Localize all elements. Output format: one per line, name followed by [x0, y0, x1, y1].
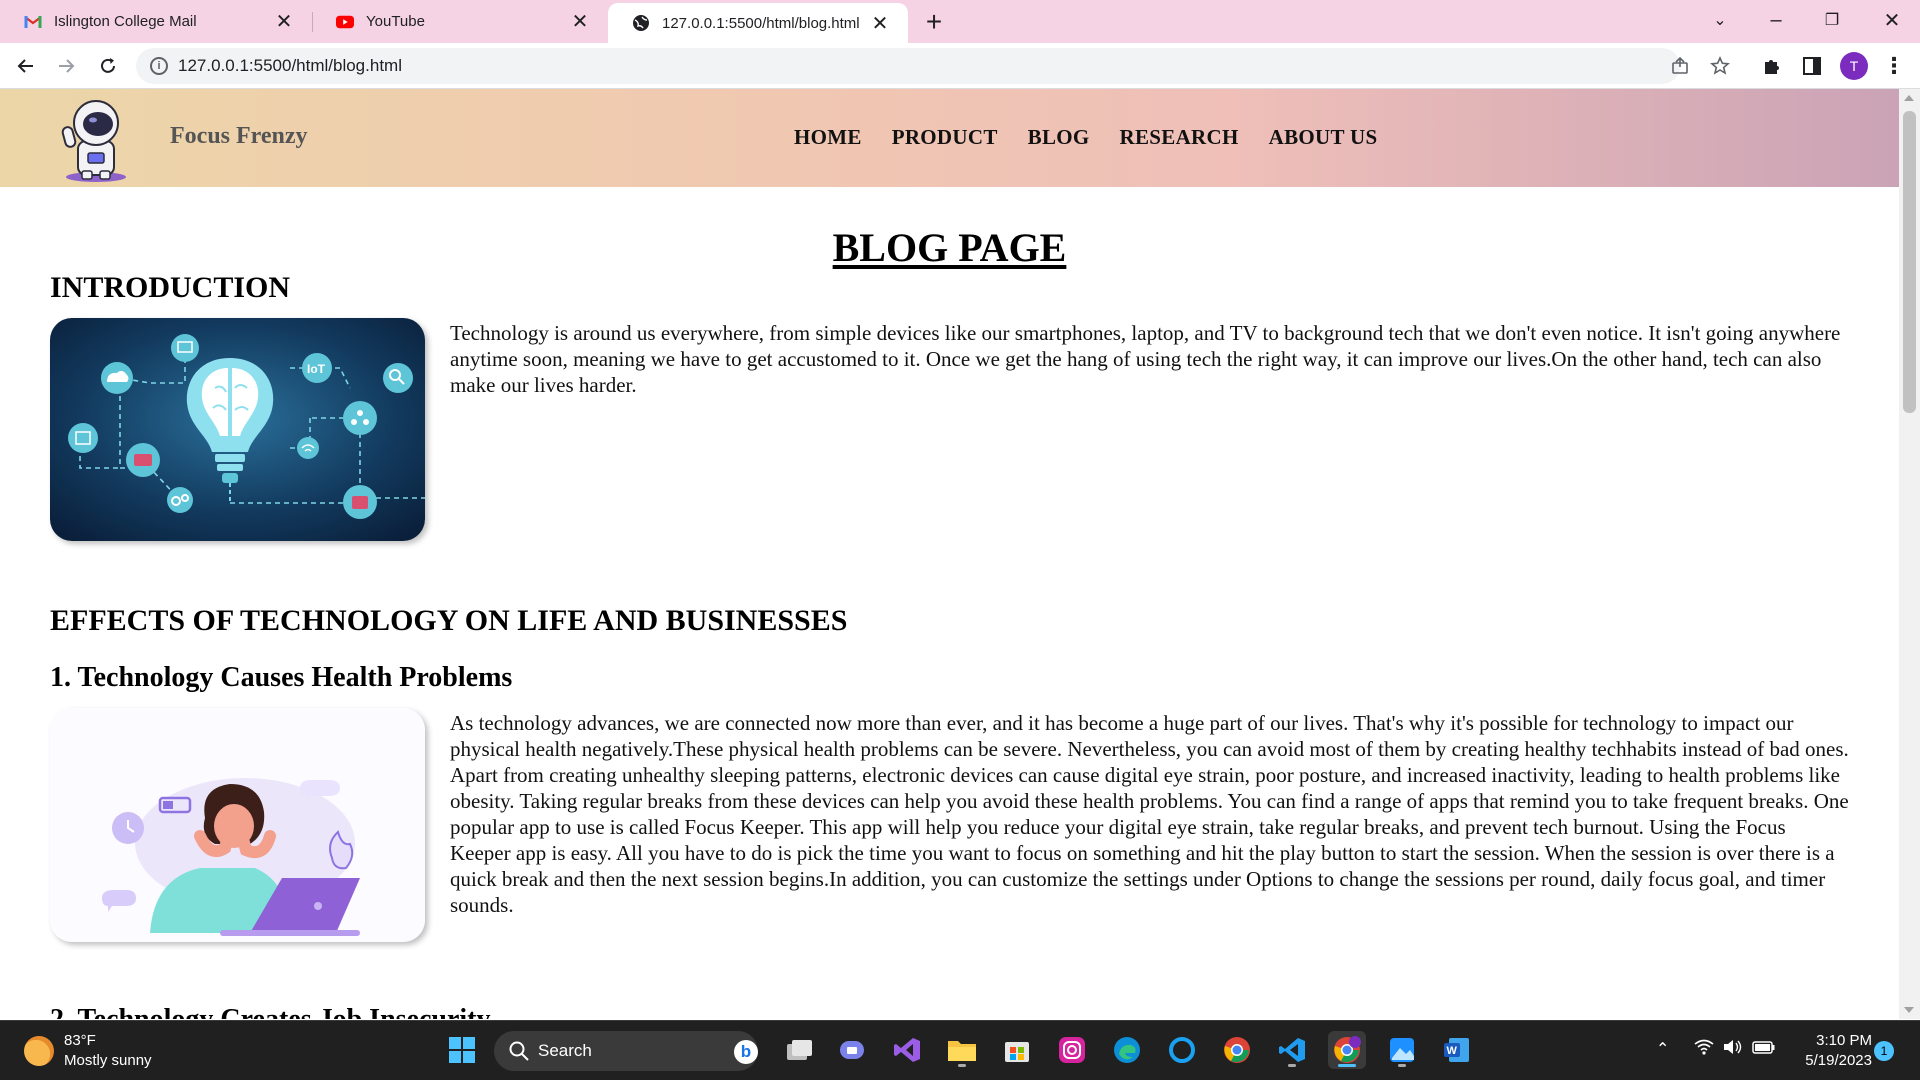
photos-icon[interactable] [1383, 1031, 1421, 1069]
tab-islington-mail[interactable]: Islington College Mail ✕ [0, 0, 312, 43]
search-label: Search [538, 1041, 592, 1060]
intro-paragraph: Technology is around us everywhere, from… [450, 321, 1841, 397]
search-icon [509, 1041, 529, 1061]
weather-temperature: 83°F [64, 1032, 96, 1049]
notification-badge[interactable]: 1 [1874, 1041, 1894, 1061]
windows-start-icon[interactable] [443, 1031, 481, 1069]
close-tab-icon[interactable]: ✕ [270, 8, 298, 36]
browser-tab-strip: Islington College Mail ✕ YouTube ✕ 127.0… [0, 0, 1920, 43]
scrollbar-thumb[interactable] [1903, 111, 1916, 413]
taskbar-search-box[interactable]: Search b [494, 1031, 758, 1071]
section1-paragraph: As technology advances, we are connected… [450, 711, 1849, 917]
bing-icon[interactable]: b [734, 1040, 758, 1064]
globe-icon [632, 14, 650, 32]
edge-browser-icon[interactable] [1108, 1031, 1146, 1069]
microsoft-store-icon[interactable] [998, 1031, 1036, 1069]
running-indicator-active [1338, 1064, 1356, 1067]
browser-toolbar: i 127.0.0.1:5500/html/blog.html T ⋮ [0, 43, 1920, 89]
nav-home[interactable]: HOME [794, 125, 862, 150]
site-info-icon[interactable]: i [150, 57, 168, 75]
nav-about-us[interactable]: ABOUT US [1269, 125, 1378, 150]
clock-date: 5/19/2023 [1805, 1052, 1872, 1069]
forward-button[interactable] [50, 50, 82, 82]
gmail-icon [24, 13, 42, 31]
word-icon[interactable]: W [1438, 1031, 1476, 1069]
page-title: BLOG PAGE [832, 225, 1067, 270]
nav-blog[interactable]: BLOG [1028, 125, 1090, 150]
main-nav: HOME PRODUCT BLOG RESEARCH ABOUT US [794, 125, 1407, 150]
iot-label: IoT [307, 362, 326, 376]
reload-button[interactable] [92, 50, 124, 82]
intro-heading: INTRODUCTION [50, 271, 291, 304]
tab-blog-active[interactable]: 127.0.0.1:5500/html/blog.html ✕ [608, 3, 908, 43]
scroll-down-arrow-icon[interactable] [1904, 1007, 1914, 1013]
close-tab-icon[interactable]: ✕ [566, 8, 594, 36]
vscode-icon[interactable] [1273, 1031, 1311, 1069]
running-indicator [1398, 1064, 1406, 1067]
brand-name[interactable]: Focus Frenzy [170, 123, 308, 150]
reload-icon [101, 58, 115, 73]
clock-time: 3:10 PM [1816, 1032, 1872, 1049]
close-window-button[interactable]: ✕ [1864, 0, 1920, 40]
scroll-up-arrow-icon[interactable] [1904, 95, 1914, 101]
weather-sun-icon [24, 1036, 54, 1066]
astronaut-logo[interactable] [58, 97, 134, 183]
chrome-profile-icon[interactable] [1328, 1031, 1366, 1069]
effects-heading: EFFECTS OF TECHNOLOGY ON LIFE AND BUSINE… [50, 604, 848, 637]
page-viewport: Focus Frenzy HOME PRODUCT BLOG RESEARCH … [0, 89, 1899, 1019]
intro-image: IoT [50, 318, 425, 541]
more-menu-icon[interactable]: ⋮ [1880, 52, 1908, 80]
site-header: Focus Frenzy HOME PRODUCT BLOG RESEARCH … [0, 89, 1899, 187]
side-panel-icon[interactable] [1798, 52, 1826, 80]
bookmark-star-icon[interactable] [1708, 54, 1732, 78]
share-icon[interactable] [1668, 54, 1692, 78]
close-tab-icon[interactable]: ✕ [866, 9, 894, 37]
show-hidden-icons[interactable]: ⌃ [1656, 1039, 1669, 1059]
back-button[interactable] [10, 50, 42, 82]
nav-product[interactable]: PRODUCT [892, 125, 998, 150]
teams-chat-icon[interactable] [833, 1031, 871, 1069]
tab-title: YouTube [366, 13, 425, 30]
arrow-right-icon [59, 59, 75, 73]
weather-widget[interactable]: 83°F Mostly sunny [24, 1031, 152, 1071]
svg-text:W: W [1447, 1045, 1458, 1057]
volume-icon[interactable] [1723, 1039, 1743, 1060]
address-bar[interactable]: i 127.0.0.1:5500/html/blog.html [136, 48, 1730, 84]
tab-title: 127.0.0.1:5500/html/blog.html [662, 14, 860, 32]
windows-taskbar: 83°F Mostly sunny Search b W ⌃ 3:10 PM 5… [0, 1020, 1920, 1080]
section1-heading: 1. Technology Causes Health Problems [50, 662, 513, 693]
battery-icon[interactable] [1752, 1039, 1776, 1060]
tab-youtube[interactable]: YouTube ✕ [312, 0, 608, 43]
visual-studio-icon[interactable] [888, 1031, 926, 1069]
minimize-button[interactable]: – [1748, 0, 1804, 40]
page-title-wrap: BLOG PAGE [0, 224, 1899, 271]
new-tab-button[interactable]: + [916, 4, 952, 40]
wifi-icon[interactable] [1694, 1039, 1714, 1060]
running-indicator [1288, 1064, 1296, 1067]
cortana-icon[interactable] [1163, 1031, 1201, 1069]
taskbar-clock[interactable]: 3:10 PM 5/19/2023 [1792, 1031, 1872, 1071]
running-indicator [958, 1064, 966, 1067]
chrome-icon[interactable] [1218, 1031, 1256, 1069]
nav-research[interactable]: RESEARCH [1120, 125, 1239, 150]
profile-avatar[interactable]: T [1840, 52, 1868, 80]
weather-description: Mostly sunny [64, 1052, 152, 1069]
arrow-left-icon [17, 59, 33, 73]
extensions-puzzle-icon[interactable] [1758, 52, 1786, 80]
youtube-icon [336, 13, 354, 31]
health-problems-image [50, 708, 425, 942]
page-scrollbar[interactable] [1899, 89, 1920, 1019]
restore-button[interactable]: ❐ [1804, 0, 1860, 40]
instagram-icon[interactable] [1053, 1031, 1091, 1069]
file-explorer-icon[interactable] [943, 1031, 981, 1069]
tab-search-icon[interactable]: ⌄ [1692, 0, 1748, 40]
address-url: 127.0.0.1:5500/html/blog.html [178, 56, 402, 75]
task-view-icon[interactable] [780, 1031, 818, 1069]
tab-title: Islington College Mail [54, 13, 197, 30]
section2-heading: 2. Technology Creates Job Insecurity [50, 1004, 491, 1019]
